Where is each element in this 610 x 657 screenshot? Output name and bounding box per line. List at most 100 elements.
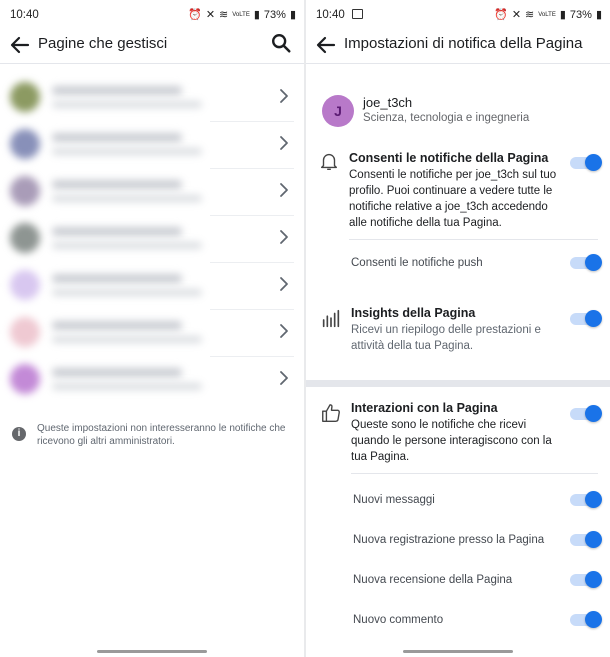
page-avatar bbox=[10, 317, 40, 347]
back-arrow-icon[interactable] bbox=[314, 33, 338, 57]
divider bbox=[351, 473, 598, 474]
status-time: 10:40 bbox=[10, 9, 39, 21]
interaction-item-label: Nuova registrazione presso la Pagina bbox=[353, 534, 545, 546]
status-icons: ⏰ ✕ ≋ VoLTE ▮ 73% ▮ bbox=[494, 8, 602, 22]
status-bar: 10:40 ⏰ ✕ ≋ VoLTE ▮ 73% ▮ bbox=[0, 0, 304, 30]
signal-icon: ▮ bbox=[559, 9, 566, 21]
page-avatar bbox=[10, 129, 40, 159]
allow-notifications-title: Consenti le notifiche della Pagina bbox=[349, 151, 549, 165]
blurred-page-info bbox=[52, 383, 202, 390]
blurred-page-name bbox=[52, 133, 182, 142]
interaction-item-toggle[interactable] bbox=[570, 531, 602, 548]
thumbs-up-icon bbox=[322, 404, 340, 422]
page-avatar bbox=[10, 82, 40, 112]
page-name: joe_t3ch bbox=[363, 95, 413, 110]
signal-icon: ▮ bbox=[253, 9, 260, 21]
wifi-icon: ≋ bbox=[525, 9, 535, 21]
interactions-title: Interazioni con la Pagina bbox=[351, 401, 498, 415]
insights-toggle[interactable] bbox=[570, 310, 602, 327]
page-category: Scienza, tecnologia e ingegneria bbox=[363, 112, 530, 124]
admin-note: i Queste impostazioni non interesseranno… bbox=[12, 422, 292, 448]
chevron-right-icon bbox=[280, 371, 288, 385]
insights-desc: Ricevi un riepilogo delle prestazioni e … bbox=[351, 324, 541, 352]
battery-percent: 73% bbox=[263, 8, 286, 21]
status-time: 10:40 bbox=[316, 9, 345, 21]
chevron-right-icon bbox=[280, 277, 288, 291]
status-icons: ⏰ ✕ ≋ VoLTE ▮ 73% ▮ bbox=[188, 8, 296, 22]
app-bar: Impostazioni di notifica della Pagina bbox=[306, 30, 610, 60]
page-list-item[interactable] bbox=[10, 356, 294, 400]
left-screen: 10:40 ⏰ ✕ ≋ VoLTE ▮ 73% ▮ Pagine che ges… bbox=[0, 0, 304, 657]
divider bbox=[349, 239, 598, 240]
push-notifications-label: Consenti le notifiche push bbox=[351, 257, 483, 269]
page-list-item[interactable] bbox=[10, 74, 294, 118]
header-divider bbox=[0, 63, 304, 64]
interactions-toggle[interactable] bbox=[570, 405, 602, 422]
page-list-item[interactable] bbox=[10, 309, 294, 353]
info-icon: i bbox=[12, 427, 26, 441]
blurred-page-info bbox=[52, 289, 202, 296]
status-bar: 10:40 ⏰ ✕ ≋ VoLTE ▮ 73% ▮ bbox=[306, 0, 610, 30]
volte-label: VoLTE bbox=[232, 11, 250, 18]
insights-title: Insights della Pagina bbox=[351, 306, 476, 320]
alarm-icon: ⏰ bbox=[494, 9, 508, 21]
volte-label: VoLTE bbox=[538, 11, 556, 18]
page-title: Pagine che gestisci bbox=[38, 35, 168, 52]
blurred-page-info bbox=[52, 148, 202, 155]
interaction-item-toggle[interactable] bbox=[570, 491, 602, 508]
home-indicator bbox=[97, 650, 207, 653]
push-notifications-toggle[interactable] bbox=[570, 254, 602, 271]
interaction-item-toggle[interactable] bbox=[570, 571, 602, 588]
blurred-page-info bbox=[52, 242, 202, 249]
bar-chart-icon bbox=[322, 309, 340, 328]
page-title: Impostazioni di notifica della Pagina bbox=[344, 35, 583, 52]
interaction-item-label: Nuova recensione della Pagina bbox=[353, 574, 513, 586]
interaction-item-toggle[interactable] bbox=[570, 611, 602, 628]
back-arrow-icon[interactable] bbox=[8, 33, 32, 57]
battery-icon: ▮ bbox=[595, 9, 602, 21]
chevron-right-icon bbox=[280, 136, 288, 150]
alarm-icon: ⏰ bbox=[188, 9, 202, 21]
blurred-page-name bbox=[52, 321, 182, 330]
blurred-page-info bbox=[52, 101, 202, 108]
blurred-page-name bbox=[52, 180, 182, 189]
interaction-item-label: Nuovi messaggi bbox=[353, 494, 435, 506]
interactions-desc: Queste sono le notifiche che ricevi quan… bbox=[351, 419, 552, 463]
section-divider bbox=[306, 380, 610, 387]
page-list-item[interactable] bbox=[10, 121, 294, 165]
page-list-item[interactable] bbox=[10, 215, 294, 259]
blurred-page-name bbox=[52, 227, 182, 236]
chevron-right-icon bbox=[280, 89, 288, 103]
chevron-right-icon bbox=[280, 183, 288, 197]
blurred-page-name bbox=[52, 368, 182, 377]
allow-notifications-toggle[interactable] bbox=[570, 154, 602, 171]
allow-notifications-desc: Consenti le notifiche per joe_t3ch sul t… bbox=[349, 169, 557, 229]
mute-icon: ✕ bbox=[205, 9, 216, 21]
mute-icon: ✕ bbox=[511, 9, 522, 21]
admin-note-text: Queste impostazioni non interesseranno l… bbox=[37, 423, 286, 447]
blurred-page-info bbox=[52, 336, 202, 343]
page-avatar: J bbox=[322, 95, 354, 127]
app-bar: Pagine che gestisci bbox=[0, 30, 304, 60]
blurred-page-name bbox=[52, 86, 182, 95]
chevron-right-icon bbox=[280, 230, 288, 244]
page-avatar bbox=[10, 364, 40, 394]
search-icon[interactable] bbox=[270, 32, 292, 54]
bell-icon bbox=[320, 153, 338, 170]
blurred-page-name bbox=[52, 274, 182, 283]
gallery-icon bbox=[352, 9, 363, 19]
home-indicator bbox=[403, 650, 513, 653]
blurred-page-info bbox=[52, 195, 202, 202]
chevron-right-icon bbox=[280, 324, 288, 338]
page-avatar bbox=[10, 223, 40, 253]
page-avatar bbox=[10, 176, 40, 206]
battery-icon: ▮ bbox=[289, 9, 296, 21]
page-list-item[interactable] bbox=[10, 168, 294, 212]
battery-percent: 73% bbox=[569, 8, 592, 21]
page-avatar bbox=[10, 270, 40, 300]
wifi-icon: ≋ bbox=[219, 9, 229, 21]
header-divider bbox=[306, 63, 610, 64]
interaction-item-label: Nuovo commento bbox=[353, 614, 444, 626]
right-screen: 10:40 ⏰ ✕ ≋ VoLTE ▮ 73% ▮ Impostazioni d… bbox=[306, 0, 610, 657]
page-list-item[interactable] bbox=[10, 262, 294, 306]
